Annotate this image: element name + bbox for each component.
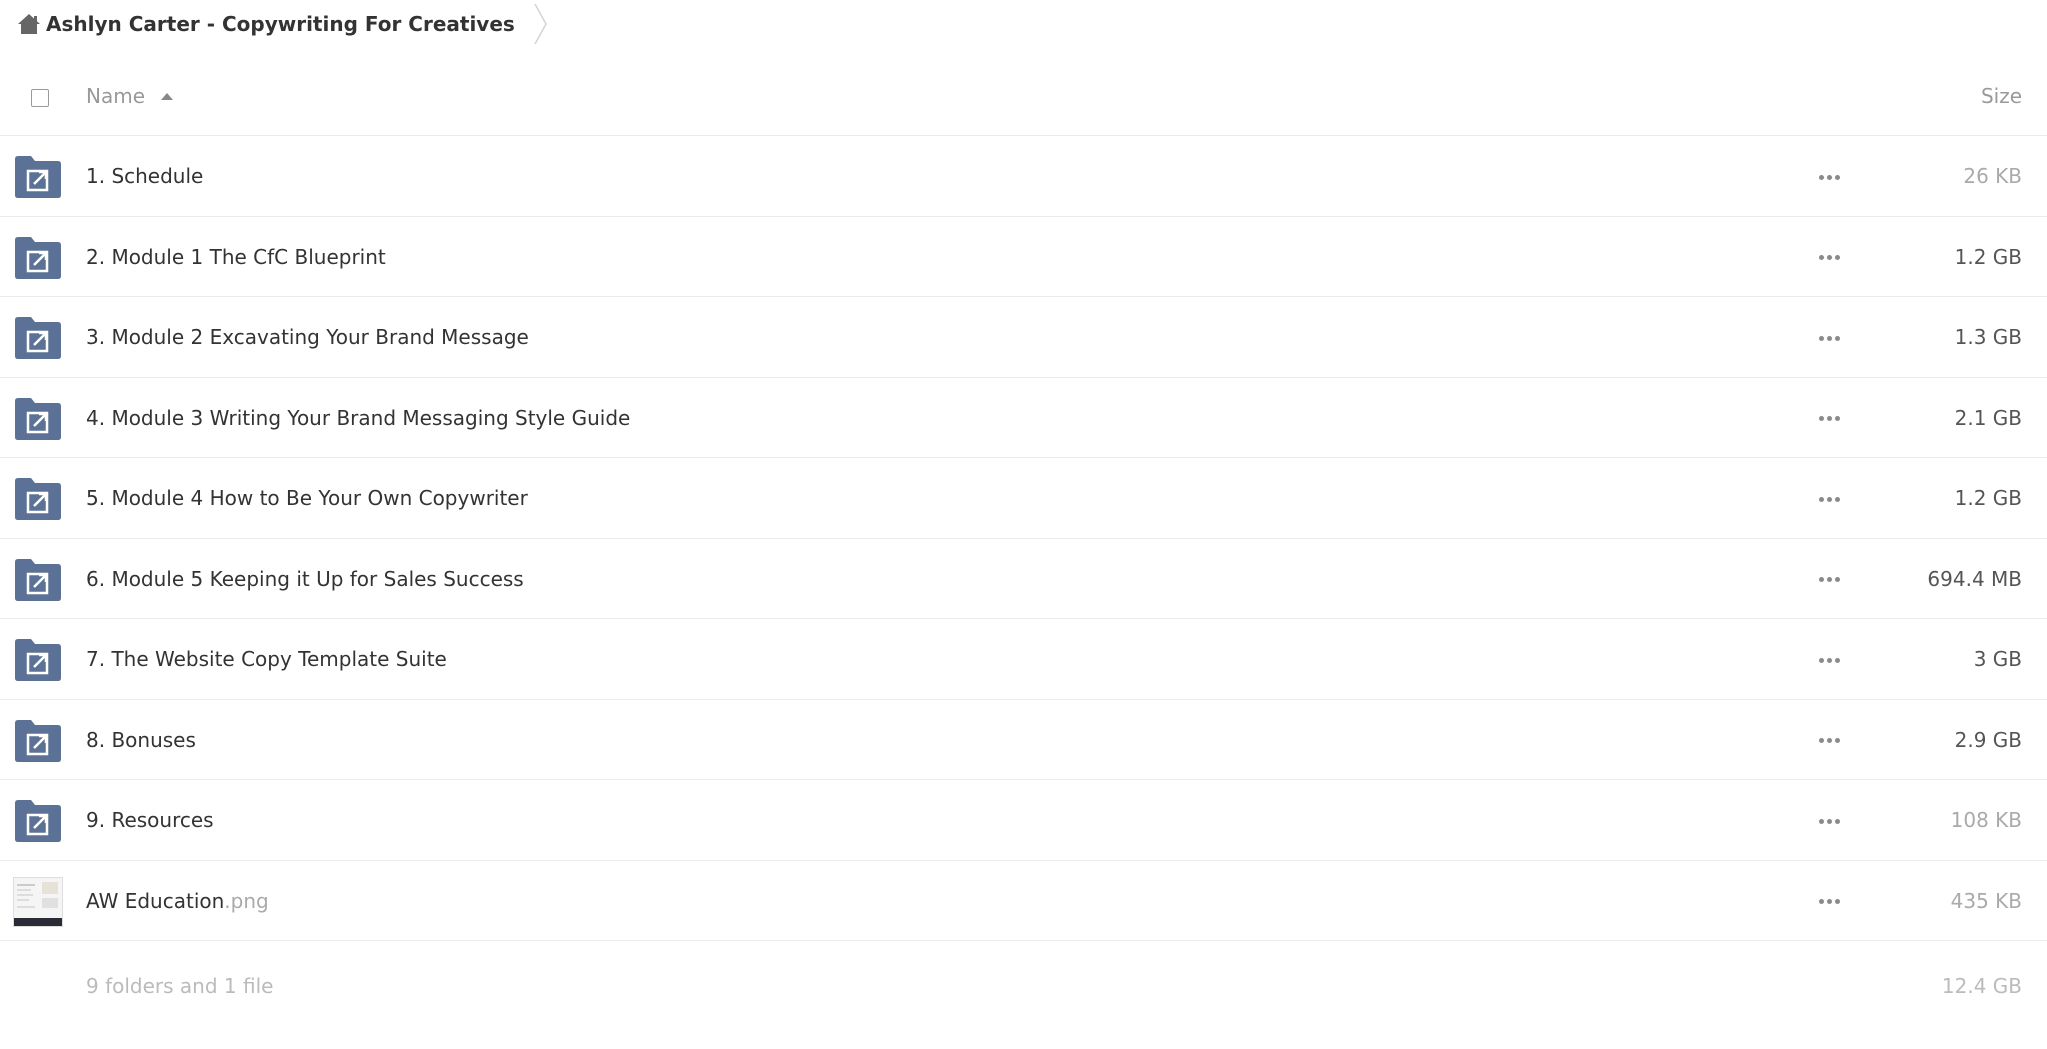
- file-row[interactable]: 6. Module 5 Keeping it Up for Sales Succ…: [0, 539, 2047, 619]
- file-row[interactable]: 7. The Website Copy Template Suite 3 GB: [0, 619, 2047, 700]
- file-size: 435 KB: [1950, 888, 2022, 913]
- file-size: 3 GB: [1973, 647, 2022, 671]
- file-size: 26 KB: [1963, 164, 2022, 188]
- file-row[interactable]: 3. Module 2 Excavating Your Brand Messag…: [0, 297, 2047, 378]
- shared-folder-icon: [15, 639, 61, 681]
- file-name[interactable]: 3. Module 2 Excavating Your Brand Messag…: [86, 297, 529, 377]
- more-actions-icon[interactable]: [1808, 806, 1850, 836]
- file-size: 108 KB: [1950, 808, 2022, 832]
- file-row[interactable]: 4. Module 3 Writing Your Brand Messaging…: [0, 378, 2047, 458]
- file-name[interactable]: 4. Module 3 Writing Your Brand Messaging…: [86, 378, 630, 458]
- shared-folder-icon: [15, 800, 61, 842]
- file-size: 2.9 GB: [1954, 727, 2022, 752]
- summary-count: 9 folders and 1 file: [86, 974, 274, 998]
- shared-folder-icon: [15, 317, 61, 359]
- shared-folder-icon: [15, 156, 61, 198]
- file-list-summary: 9 folders and 1 file 12.4 GB: [0, 950, 2047, 1030]
- file-list: 1. Schedule 26 KB 2. Module 1 The CfC Blue…: [0, 136, 2047, 941]
- image-thumbnail: [13, 876, 63, 927]
- file-name-base: 1. Schedule: [86, 164, 204, 188]
- file-name-base: AW Education: [86, 888, 225, 913]
- summary-total-size: 12.4 GB: [1941, 974, 2022, 998]
- shared-folder-icon: [15, 719, 61, 762]
- name-column-header[interactable]: Name: [86, 84, 174, 108]
- size-column-header[interactable]: Size: [1981, 84, 2022, 108]
- more-actions-icon[interactable]: [1808, 484, 1850, 514]
- file-name-base: 2. Module 1 The CfC Blueprint: [86, 244, 386, 269]
- more-actions-icon[interactable]: [1808, 565, 1850, 595]
- shared-folder-icon: [15, 236, 61, 279]
- home-icon[interactable]: [16, 11, 42, 37]
- sort-ascending-icon: [161, 93, 174, 100]
- shared-folder-icon: [15, 478, 61, 520]
- name-column-label: Name: [86, 84, 146, 108]
- file-size: 2.1 GB: [1954, 405, 2022, 430]
- more-actions-icon[interactable]: [1808, 726, 1850, 756]
- file-name[interactable]: AW Education.png: [86, 861, 269, 941]
- file-row[interactable]: 9. Resources 108 KB: [0, 780, 2047, 861]
- file-size: 1.3 GB: [1954, 325, 2022, 349]
- file-row[interactable]: 1. Schedule 26 KB: [0, 136, 2047, 217]
- file-extension: .png: [224, 888, 269, 913]
- file-name[interactable]: 6. Module 5 Keeping it Up for Sales Succ…: [86, 539, 524, 619]
- file-name-base: 6. Module 5 Keeping it Up for Sales Succ…: [86, 566, 524, 591]
- shared-folder-icon: [15, 397, 61, 440]
- more-actions-icon[interactable]: [1808, 887, 1850, 917]
- more-actions-icon[interactable]: [1808, 162, 1850, 192]
- file-name[interactable]: 2. Module 1 The CfC Blueprint: [86, 217, 386, 297]
- file-name[interactable]: 8. Bonuses: [86, 700, 196, 780]
- file-row[interactable]: AW Education.png 435 KB: [0, 861, 2047, 941]
- file-list-header: Name Size: [0, 60, 2047, 136]
- file-name-base: 8. Bonuses: [86, 727, 196, 752]
- file-row[interactable]: 2. Module 1 The CfC Blueprint 1.2 GB: [0, 217, 2047, 297]
- more-actions-icon[interactable]: [1808, 243, 1850, 273]
- select-all-checkbox[interactable]: [31, 89, 49, 107]
- file-size: 1.2 GB: [1954, 244, 2022, 269]
- shared-folder-icon: [15, 558, 61, 601]
- file-name[interactable]: 5. Module 4 How to Be Your Own Copywrite…: [86, 458, 528, 538]
- file-name-base: 3. Module 2 Excavating Your Brand Messag…: [86, 325, 529, 349]
- file-size: 694.4 MB: [1927, 566, 2022, 591]
- more-actions-icon[interactable]: [1808, 404, 1850, 434]
- file-row[interactable]: 5. Module 4 How to Be Your Own Copywrite…: [0, 458, 2047, 539]
- file-name[interactable]: 7. The Website Copy Template Suite: [86, 619, 447, 699]
- file-row[interactable]: 8. Bonuses 2.9 GB: [0, 700, 2047, 780]
- more-actions-icon[interactable]: [1808, 645, 1850, 675]
- file-name-base: 9. Resources: [86, 808, 214, 832]
- file-name-base: 5. Module 4 How to Be Your Own Copywrite…: [86, 486, 528, 510]
- breadcrumb: Ashlyn Carter - Copywriting For Creative…: [0, 0, 549, 48]
- breadcrumb-separator-icon: [534, 3, 547, 45]
- file-name[interactable]: 9. Resources: [86, 780, 214, 860]
- file-name-base: 7. The Website Copy Template Suite: [86, 647, 447, 671]
- file-size: 1.2 GB: [1954, 486, 2022, 510]
- file-name-base: 4. Module 3 Writing Your Brand Messaging…: [86, 405, 631, 430]
- file-name[interactable]: 1. Schedule: [86, 136, 203, 216]
- breadcrumb-current-folder[interactable]: Ashlyn Carter - Copywriting For Creative…: [46, 12, 515, 36]
- more-actions-icon[interactable]: [1808, 323, 1850, 353]
